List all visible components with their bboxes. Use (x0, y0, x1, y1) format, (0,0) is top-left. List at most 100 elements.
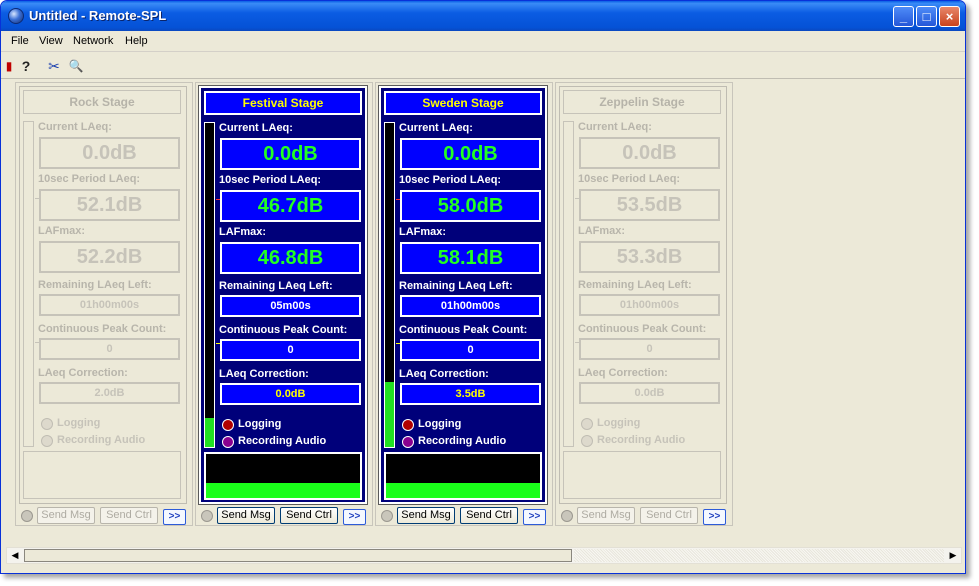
send-msg-button[interactable]: Send Msg (577, 507, 635, 524)
laeq-correction-label: LAeq Correction: (38, 367, 128, 379)
current-laeq-value: 0.0dB (39, 137, 180, 169)
lafmax-value: 46.8dB (220, 242, 361, 274)
audio-scope (384, 452, 542, 500)
lafmax-value: 53.3dB (579, 241, 720, 273)
lafmax-value: 58.1dB (400, 242, 541, 274)
meter-icon[interactable]: ▮ (5, 57, 13, 75)
peak-count-label: Continuous Peak Count: (399, 324, 528, 336)
send-msg-button[interactable]: Send Msg (397, 507, 455, 524)
menu-file[interactable]: File (11, 35, 29, 47)
more-button[interactable]: >> (523, 509, 546, 525)
menu-view[interactable]: View (39, 35, 63, 47)
audio-scope (204, 452, 362, 500)
remaining-laeq-label: Remaining LAeq Left: (578, 279, 692, 291)
period-laeq-value: 52.1dB (39, 189, 180, 221)
logging-label: Logging (57, 417, 101, 429)
logging-label: Logging (597, 417, 641, 429)
help-question-icon[interactable]: ? (17, 57, 35, 75)
stage-controls: Send Msg Send Ctrl >> (556, 507, 734, 525)
laeq-correction-value: 0.0dB (579, 382, 720, 404)
stage-display: Sweden Stage Current LAeq: 0.0dB 10sec P… (378, 85, 548, 505)
maximize-button[interactable]: □ (916, 6, 937, 27)
horizontal-scrollbar[interactable]: ◀ ▶ (6, 547, 962, 564)
laeq-correction-value: 3.5dB (400, 383, 541, 405)
minimize-button[interactable]: _ (893, 6, 914, 27)
remaining-laeq-value: 01h00m00s (400, 295, 541, 317)
peak-count-label: Continuous Peak Count: (578, 323, 707, 335)
stage-panel: Festival Stage Current LAeq: 0.0dB 10sec… (195, 82, 373, 526)
connection-indicator-icon (381, 510, 393, 522)
laeq-correction-value: 0.0dB (220, 383, 361, 405)
lafmax-label: LAFmax: (219, 226, 267, 238)
logging-indicator-icon (222, 419, 234, 431)
stage-controls: Send Msg Send Ctrl >> (16, 507, 194, 525)
recording-indicator-icon (41, 435, 53, 447)
recording-label: Recording Audio (238, 435, 327, 447)
current-laeq-label: Current LAeq: (399, 122, 473, 134)
app-window: Untitled - Remote-SPL _ □ × File View Ne… (0, 0, 966, 574)
connection-indicator-icon (21, 510, 33, 522)
remaining-laeq-label: Remaining LAeq Left: (38, 279, 152, 291)
level-meter (23, 121, 40, 447)
level-meter-fill (205, 417, 214, 447)
connection-indicator-icon (201, 510, 213, 522)
menu-bar: File View Network Help (1, 31, 965, 52)
send-ctrl-button[interactable]: Send Ctrl (460, 507, 518, 524)
more-button[interactable]: >> (343, 509, 366, 525)
stage-display: Rock Stage Current LAeq: 0.0dB 10sec Per… (19, 86, 187, 504)
peak-count-label: Continuous Peak Count: (219, 324, 348, 336)
stage-controls: Send Msg Send Ctrl >> (376, 507, 554, 525)
recording-label: Recording Audio (57, 434, 146, 446)
scroll-thumb[interactable] (24, 549, 572, 562)
stage-display: Festival Stage Current LAeq: 0.0dB 10sec… (198, 85, 368, 505)
more-button[interactable]: >> (703, 509, 726, 525)
laeq-correction-value: 2.0dB (39, 382, 180, 404)
recording-label: Recording Audio (418, 435, 507, 447)
laeq-correction-label: LAeq Correction: (219, 368, 309, 380)
logging-indicator-icon (41, 418, 53, 430)
connection-indicator-icon (561, 510, 573, 522)
stage-panel: Rock Stage Current LAeq: 0.0dB 10sec Per… (15, 82, 193, 526)
send-ctrl-button[interactable]: Send Ctrl (280, 507, 338, 524)
level-meter (204, 122, 221, 448)
scroll-track[interactable] (574, 549, 944, 562)
scope-signal-bar (206, 483, 360, 498)
send-ctrl-button[interactable]: Send Ctrl (640, 507, 698, 524)
scroll-left-icon[interactable]: ◀ (7, 548, 23, 563)
stage-controls: Send Msg Send Ctrl >> (196, 507, 374, 525)
logging-label: Logging (238, 418, 282, 430)
scope-signal-bar (386, 483, 540, 498)
logging-indicator-icon (402, 419, 414, 431)
send-msg-button[interactable]: Send Msg (37, 507, 95, 524)
recording-indicator-icon (402, 436, 414, 448)
stage-display: Zeppelin Stage Current LAeq: 0.0dB 10sec… (559, 86, 727, 504)
send-ctrl-button[interactable]: Send Ctrl (100, 507, 158, 524)
remaining-laeq-value: 01h00m00s (39, 294, 180, 316)
window-title: Untitled - Remote-SPL (29, 8, 167, 23)
period-laeq-label: 10sec Period LAeq: (578, 173, 681, 185)
remaining-laeq-value: 05m00s (220, 295, 361, 317)
lafmax-label: LAFmax: (399, 226, 447, 238)
remaining-laeq-label: Remaining LAeq Left: (399, 280, 513, 292)
period-laeq-value: 58.0dB (400, 190, 541, 222)
logging-indicator-icon (581, 418, 593, 430)
stage-title: Zeppelin Stage (563, 90, 721, 114)
more-button[interactable]: >> (163, 509, 186, 525)
current-laeq-label: Current LAeq: (38, 121, 112, 133)
tools-icon[interactable]: ✂ (45, 57, 63, 75)
stage-panel: Zeppelin Stage Current LAeq: 0.0dB 10sec… (555, 82, 733, 526)
level-meter-fill (385, 382, 394, 447)
lafmax-label: LAFmax: (38, 225, 86, 237)
menu-help[interactable]: Help (125, 35, 148, 47)
menu-network[interactable]: Network (73, 35, 113, 47)
audio-scope (563, 451, 721, 499)
peak-count-value: 0 (579, 338, 720, 360)
current-laeq-value: 0.0dB (220, 138, 361, 170)
send-msg-button[interactable]: Send Msg (217, 507, 275, 524)
scroll-right-icon[interactable]: ▶ (945, 548, 961, 563)
title-bar[interactable]: Untitled - Remote-SPL _ □ × (1, 1, 965, 31)
stages-area: Rock Stage Current LAeq: 0.0dB 10sec Per… (5, 80, 963, 546)
close-button[interactable]: × (939, 6, 960, 27)
period-laeq-value: 46.7dB (220, 190, 361, 222)
search-magnifier-icon[interactable]: 🔍 (67, 57, 85, 75)
